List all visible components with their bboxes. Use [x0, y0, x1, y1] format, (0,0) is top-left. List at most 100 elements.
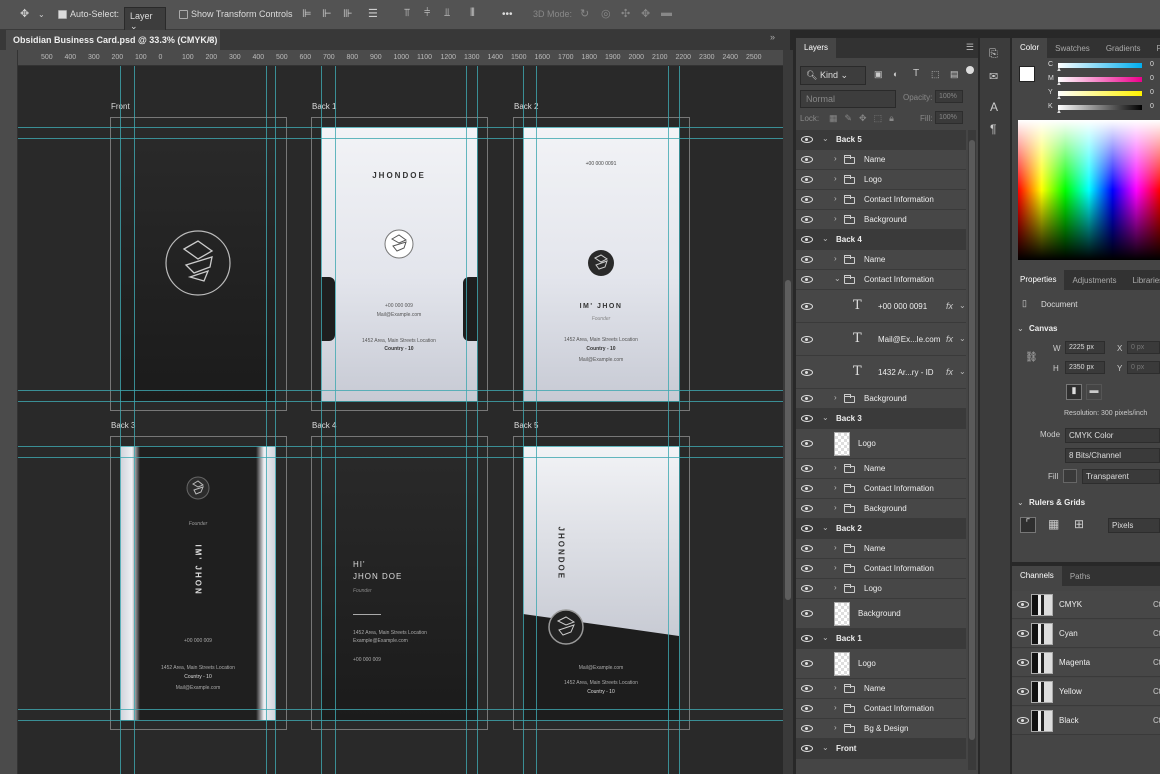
- cmyk-slider-thumb-icon[interactable]: ▲: [1056, 67, 1062, 73]
- align-bottom-icon[interactable]: ⫫: [444, 7, 450, 20]
- visibility-eye-icon[interactable]: [801, 176, 813, 183]
- opacity-field[interactable]: 100%: [935, 90, 963, 103]
- tab-gradients[interactable]: Gradients: [1098, 44, 1149, 53]
- layer-row[interactable]: › Background: [796, 389, 966, 409]
- height-field[interactable]: 2350 px: [1065, 361, 1105, 374]
- folder-expand-chevron-icon[interactable]: ›: [834, 723, 837, 732]
- visibility-eye-icon[interactable]: [801, 525, 813, 532]
- fill-dropdown[interactable]: Transparent: [1082, 469, 1160, 484]
- distribute-icon[interactable]: ☰: [368, 7, 378, 20]
- layer-row[interactable]: › Logo: [796, 170, 966, 190]
- blend-mode-dropdown[interactable]: Normal: [800, 90, 896, 108]
- cmyk-channel-value[interactable]: 0: [1150, 75, 1154, 82]
- layer-row[interactable]: ⌄ Back 1: [796, 629, 966, 649]
- visibility-eye-icon[interactable]: [801, 368, 813, 376]
- 3d-slide-icon[interactable]: ✥: [641, 7, 650, 20]
- folder-expand-chevron-icon[interactable]: ›: [834, 483, 837, 492]
- group-expand-chevron-icon[interactable]: ⌄: [822, 134, 829, 143]
- filter-adjustment-icon[interactable]: ◐: [893, 69, 898, 79]
- link-dimensions-icon[interactable]: ⛓: [1025, 352, 1038, 363]
- show-transform-checkbox[interactable]: [179, 10, 188, 19]
- cmyk-channel-value[interactable]: 0: [1150, 103, 1154, 110]
- layer-effects-icon[interactable]: fx: [946, 367, 953, 377]
- layer-row[interactable]: ⌄ Back 5: [796, 130, 966, 150]
- layer-row[interactable]: › Contact Information: [796, 479, 966, 499]
- grid-icon[interactable]: ▦: [1048, 517, 1059, 531]
- group-expand-chevron-icon[interactable]: ⌄: [822, 523, 829, 532]
- cmyk-slider-track[interactable]: [1058, 63, 1142, 68]
- cmyk-slider-track[interactable]: [1058, 91, 1142, 96]
- artboard-label-back2[interactable]: Back 2: [514, 102, 538, 111]
- visibility-eye-icon[interactable]: [801, 545, 813, 552]
- move-tool-icon[interactable]: ✥: [20, 7, 29, 20]
- effects-expand-chevron-icon[interactable]: ⌄: [959, 367, 966, 376]
- guides-icon[interactable]: ⊞: [1074, 517, 1084, 531]
- channel-row[interactable]: Cyan Ct: [1012, 620, 1160, 648]
- 3d-scale-icon[interactable]: ▬: [661, 7, 672, 19]
- effects-expand-chevron-icon[interactable]: ⌄: [959, 301, 966, 310]
- visibility-eye-icon[interactable]: [801, 440, 813, 447]
- rulers-section-chevron-icon[interactable]: ⌄: [1017, 498, 1024, 507]
- canvas-vertical-scrollbar[interactable]: [783, 50, 793, 774]
- cmyk-slider-thumb-icon[interactable]: ▲: [1056, 109, 1062, 115]
- fill-swatch[interactable]: [1063, 469, 1077, 483]
- layer-row[interactable]: › Name: [796, 150, 966, 170]
- visibility-eye-icon[interactable]: [801, 745, 813, 752]
- layer-row[interactable]: ⌄ Back 2: [796, 519, 966, 539]
- more-options-button[interactable]: •••: [502, 9, 513, 20]
- 3d-roll-icon[interactable]: ◎: [601, 7, 611, 20]
- layers-scrollbar[interactable]: [968, 130, 976, 770]
- folder-expand-chevron-icon[interactable]: ›: [834, 393, 837, 402]
- width-field[interactable]: 2225 px: [1065, 341, 1105, 354]
- collapse-panels-icon[interactable]: »: [770, 32, 775, 42]
- folder-expand-chevron-icon[interactable]: ›: [834, 154, 837, 163]
- visibility-eye-icon[interactable]: [801, 415, 813, 422]
- lock-options-icon[interactable]: ▦✎✥⬚🔒︎: [829, 113, 901, 124]
- effects-expand-chevron-icon[interactable]: ⌄: [959, 334, 966, 343]
- x-field[interactable]: 0 px: [1127, 341, 1160, 354]
- layer-effects-icon[interactable]: fx: [946, 301, 953, 311]
- folder-expand-chevron-icon[interactable]: ›: [834, 543, 837, 552]
- visibility-eye-icon[interactable]: [801, 302, 813, 310]
- distribute-vertical-icon[interactable]: ⦀: [470, 7, 475, 20]
- layers-panel-menu-icon[interactable]: ☰: [966, 42, 974, 53]
- group-expand-chevron-icon[interactable]: ⌄: [822, 743, 829, 752]
- color-mode-dropdown[interactable]: CMYK Color: [1065, 428, 1160, 443]
- visibility-eye-icon[interactable]: [801, 156, 813, 163]
- portrait-orientation-icon[interactable]: ▮: [1066, 384, 1082, 400]
- cmyk-channel-value[interactable]: 0: [1150, 89, 1154, 96]
- history-icon[interactable]: ⎘: [989, 48, 998, 61]
- foreground-swatch[interactable]: [1019, 66, 1035, 82]
- folder-expand-chevron-icon[interactable]: ›: [834, 683, 837, 692]
- artboard-label-back5[interactable]: Back 5: [514, 421, 538, 430]
- folder-expand-chevron-icon[interactable]: ›: [834, 563, 837, 572]
- visibility-eye-icon[interactable]: [801, 585, 813, 592]
- visibility-eye-icon[interactable]: [801, 236, 813, 243]
- channel-row[interactable]: Magenta Ct: [1012, 649, 1160, 677]
- channel-visibility-eye-icon[interactable]: [1017, 659, 1029, 666]
- layer-row[interactable]: › Contact Information: [796, 699, 966, 719]
- layer-row[interactable]: › Bg & Design: [796, 719, 966, 739]
- layer-row[interactable]: › Contact Information: [796, 559, 966, 579]
- tab-libraries[interactable]: Libraries: [1125, 276, 1160, 285]
- document-tab[interactable]: Obsidian Business Card.psd @ 33.3% (CMYK…: [6, 30, 220, 50]
- filter-shape-icon[interactable]: ⬚: [931, 69, 940, 80]
- 3d-pan-icon[interactable]: ✣: [621, 7, 630, 20]
- channel-visibility-eye-icon[interactable]: [1017, 601, 1029, 608]
- layer-row[interactable]: T 1432 Ar...ry - ID fx ⌄: [796, 356, 966, 389]
- tab-channels[interactable]: Channels: [1012, 566, 1062, 586]
- tab-color[interactable]: Color: [1012, 38, 1048, 58]
- folder-expand-chevron-icon[interactable]: ›: [834, 214, 837, 223]
- group-expand-chevron-icon[interactable]: ⌄: [822, 413, 829, 422]
- tab-patterns[interactable]: Patte: [1149, 44, 1160, 53]
- filter-pixel-icon[interactable]: ▣: [874, 69, 883, 80]
- layer-row[interactable]: ⌄ Back 4: [796, 230, 966, 250]
- layer-row[interactable]: › Name: [796, 250, 966, 270]
- cmyk-slider-track[interactable]: [1058, 105, 1142, 110]
- cmyk-slider-thumb-icon[interactable]: ▲: [1056, 81, 1062, 87]
- layer-row[interactable]: › Contact Information: [796, 190, 966, 210]
- align-top-icon[interactable]: ⫪: [404, 7, 410, 20]
- color-spectrum[interactable]: [1018, 120, 1160, 260]
- folder-expand-chevron-icon[interactable]: ›: [834, 463, 837, 472]
- visibility-eye-icon[interactable]: [801, 276, 813, 283]
